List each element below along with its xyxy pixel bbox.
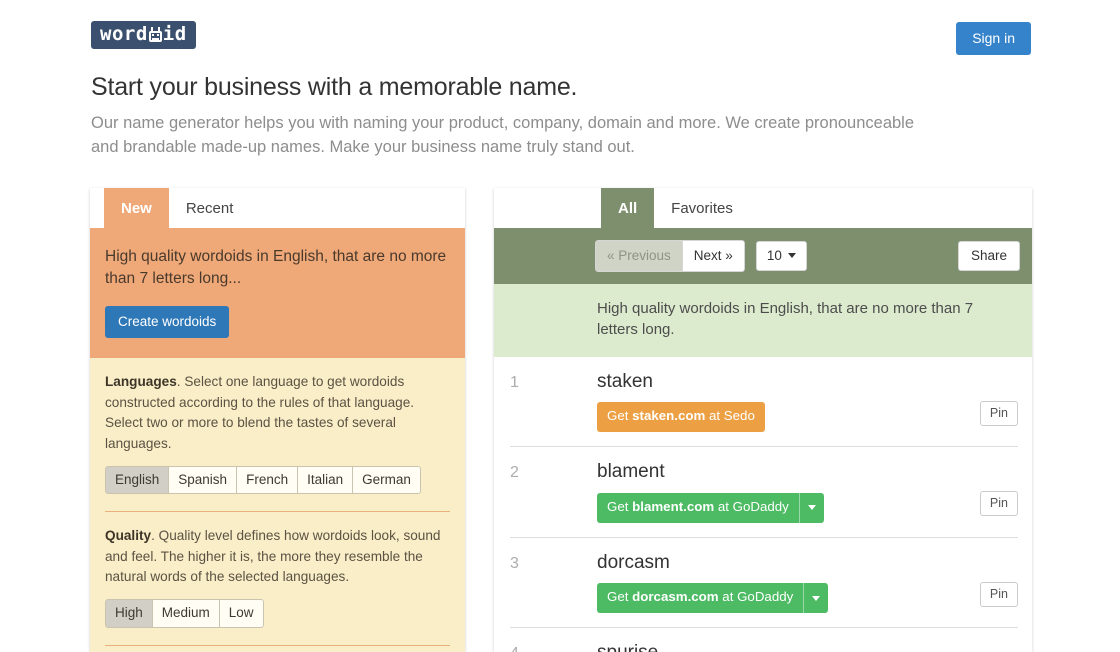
option-quality: Quality. Quality level defines how wordo… [105,526,450,628]
language-option-spanish[interactable]: Spanish [169,466,237,495]
create-wordoids-button[interactable]: Create wordoids [105,306,229,338]
domain-offer-button[interactable]: Get blament.com at GoDaddy [597,493,824,523]
result-content: spurise Get spurise.com at GoDaddy [597,643,1018,652]
result-index: 4 [510,643,597,652]
logo-wordmark: word id [100,25,187,44]
option-languages-title: Languages [105,374,177,389]
result-index: 2 [510,462,597,482]
options-divider-1 [105,511,450,512]
table-row: 3 dorcasm Get dorcasm.com at GoDaddy Pin [510,538,1018,629]
quality-option-high[interactable]: High [105,599,153,628]
chevron-down-icon [788,253,796,258]
site-header: word id Sign in [0,0,1120,70]
results-panel: All Favorites « Previous Next » 10 Share… [494,188,1032,652]
quality-option-medium[interactable]: Medium [153,599,220,628]
quality-button-group: High Medium Low [105,599,264,628]
domain-offer-label: Get dorcasm.com at GoDaddy [597,583,803,613]
tab-favorites[interactable]: Favorites [654,188,750,228]
domain-offer-label: Get staken.com at Sedo [597,402,765,432]
result-word: spurise [597,643,1018,652]
offer-suffix: at Sedo [705,408,755,423]
table-row: 2 blament Get blament.com at GoDaddy Pin [510,447,1018,538]
option-quality-text: Quality. Quality level defines how wordo… [105,526,450,588]
page-title: Start your business with a memorable nam… [91,72,991,102]
pin-button[interactable]: Pin [980,401,1018,426]
offer-domain: blament.com [632,499,714,514]
result-word: dorcasm [597,553,1018,574]
next-page-button[interactable]: Next » [683,240,745,273]
tab-new[interactable]: New [104,188,169,228]
offer-dropdown-toggle[interactable] [803,583,828,613]
chevron-down-icon [812,596,820,601]
offer-suffix: at GoDaddy [719,589,794,604]
result-content: blament Get blament.com at GoDaddy [597,462,1018,523]
previous-page-button[interactable]: « Previous [595,240,683,273]
page-root: word id Sign in Start your business with… [0,0,1120,652]
right-panel-tabs: All Favorites [494,188,1032,228]
tab-all[interactable]: All [601,188,654,228]
result-index: 3 [510,553,597,573]
pin-button[interactable]: Pin [980,491,1018,516]
generator-options-block: Languages. Select one language to get wo… [90,358,465,652]
result-word: staken [597,372,1018,393]
tab-recent[interactable]: Recent [169,188,251,228]
language-button-group: English Spanish French Italian German [105,466,421,495]
language-option-french[interactable]: French [237,466,298,495]
quality-option-low[interactable]: Low [220,599,264,628]
pin-button[interactable]: Pin [980,582,1018,607]
result-index: 1 [510,372,597,392]
results-toolbar: « Previous Next » 10 Share [494,228,1032,284]
results-info-bar: High quality wordoids in English, that a… [494,284,1032,357]
domain-offer-button[interactable]: Get dorcasm.com at GoDaddy [597,583,828,613]
option-quality-title: Quality [105,528,151,543]
generator-settings-panel: New Recent High quality wordoids in Engl… [90,188,465,652]
wordoid-logo[interactable]: word id [91,21,196,49]
offer-prefix: Get [607,499,632,514]
generator-summary-block: High quality wordoids in English, that a… [90,228,465,358]
offer-domain: dorcasm.com [632,589,718,604]
page-size-value: 10 [767,248,782,263]
share-button[interactable]: Share [958,241,1020,271]
offer-prefix: Get [607,589,632,604]
language-option-german[interactable]: German [353,466,421,495]
offer-prefix: Get [607,408,632,423]
options-divider-2 [105,645,450,646]
domain-offer-button[interactable]: Get staken.com at Sedo [597,402,765,432]
chevron-down-icon [808,505,816,510]
result-word: blament [597,462,1018,483]
results-list: 1 staken Get staken.com at Sedo Pin 2 bl… [494,357,1032,652]
option-languages: Languages. Select one language to get wo… [105,372,450,494]
table-row: 4 spurise Get spurise.com at GoDaddy Pin [510,628,1018,652]
logo-text-after: id [163,25,187,44]
sign-in-button[interactable]: Sign in [956,22,1031,55]
robot-face-o-icon [148,27,163,42]
domain-offer-label: Get blament.com at GoDaddy [597,493,799,523]
pagination-group: « Previous Next » [595,240,745,273]
result-content: dorcasm Get dorcasm.com at GoDaddy [597,553,1018,614]
left-panel-tabs: New Recent [90,188,465,228]
result-content: staken Get staken.com at Sedo [597,372,1018,433]
offer-suffix: at GoDaddy [714,499,789,514]
language-option-english[interactable]: English [105,466,169,495]
logo-text-before: word [100,25,148,44]
language-option-italian[interactable]: Italian [298,466,353,495]
option-languages-text: Languages. Select one language to get wo… [105,372,450,455]
page-subtitle: Our name generator helps you with naming… [91,112,946,159]
offer-domain: staken.com [632,408,705,423]
offer-dropdown-toggle[interactable] [799,493,824,523]
generator-summary-text: High quality wordoids in English, that a… [105,246,450,290]
option-quality-description: . Quality level defines how wordoids loo… [105,528,440,584]
table-row: 1 staken Get staken.com at Sedo Pin [510,357,1018,448]
page-size-select[interactable]: 10 [756,241,807,271]
hero-section: Start your business with a memorable nam… [91,72,991,159]
